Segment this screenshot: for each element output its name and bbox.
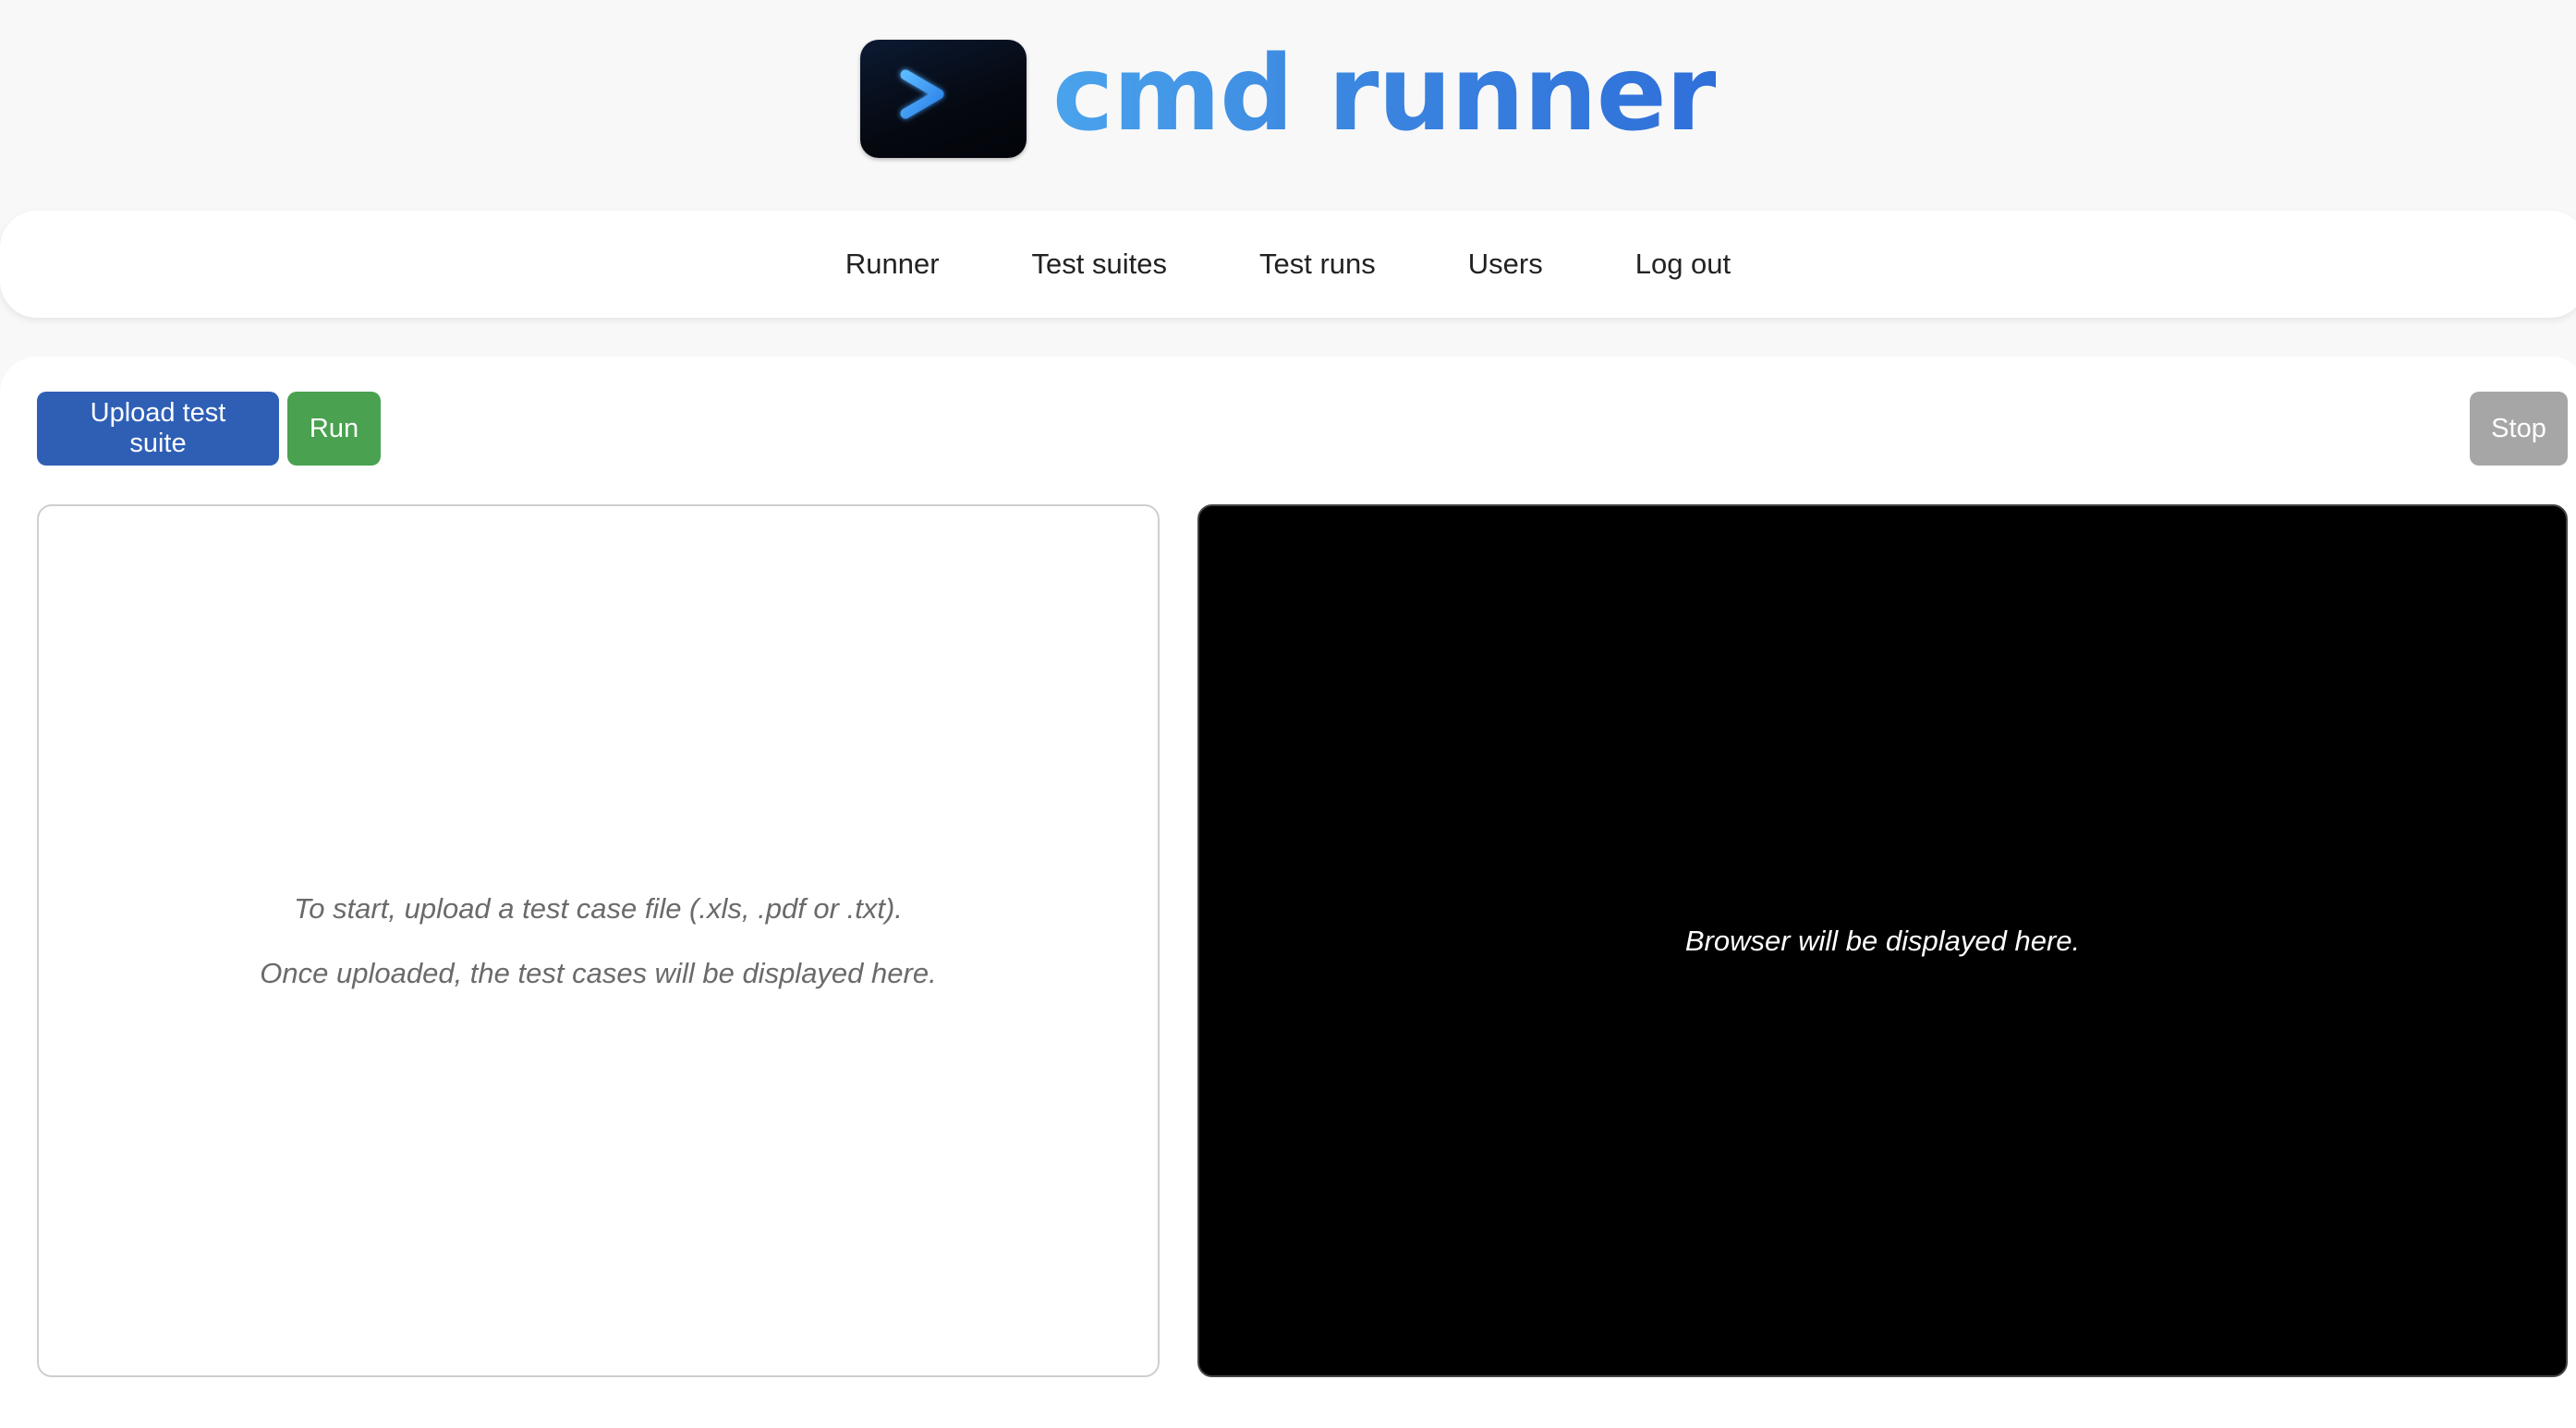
browser-placeholder-text: Browser will be displayed here. [1684, 924, 2081, 957]
runner-workspace: Upload test suite Run Stop To start, upl… [0, 357, 2576, 1428]
browser-viewport[interactable]: Browser will be displayed here. [1197, 504, 2568, 1377]
app-title: cmd runner [1052, 34, 1717, 154]
nav-item-test-suites[interactable]: Test suites [1032, 248, 1167, 281]
nav-item-users[interactable]: Users [1468, 248, 1543, 281]
brand[interactable]: cmd runner [860, 34, 1717, 158]
terminal-prompt-icon [860, 40, 1027, 158]
main-nav: Runner Test suites Test runs Users Log o… [0, 211, 2576, 318]
stop-button[interactable]: Stop [2470, 392, 2568, 466]
run-button[interactable]: Run [287, 392, 381, 466]
app-header: cmd runner [0, 0, 2576, 211]
test-cases-hint-line2: Once uploaded, the test cases will be di… [260, 956, 937, 989]
test-cases-panel: To start, upload a test case file (.xls,… [37, 504, 1160, 1377]
nav-item-test-runs[interactable]: Test runs [1259, 248, 1376, 281]
test-cases-hint-line1: To start, upload a test case file (.xls,… [294, 891, 903, 925]
upload-test-suite-button[interactable]: Upload test suite [37, 392, 279, 466]
nav-item-log-out[interactable]: Log out [1635, 248, 1731, 281]
nav-item-runner[interactable]: Runner [845, 248, 940, 281]
nav-links: Runner Test suites Test runs Users Log o… [845, 248, 1731, 281]
